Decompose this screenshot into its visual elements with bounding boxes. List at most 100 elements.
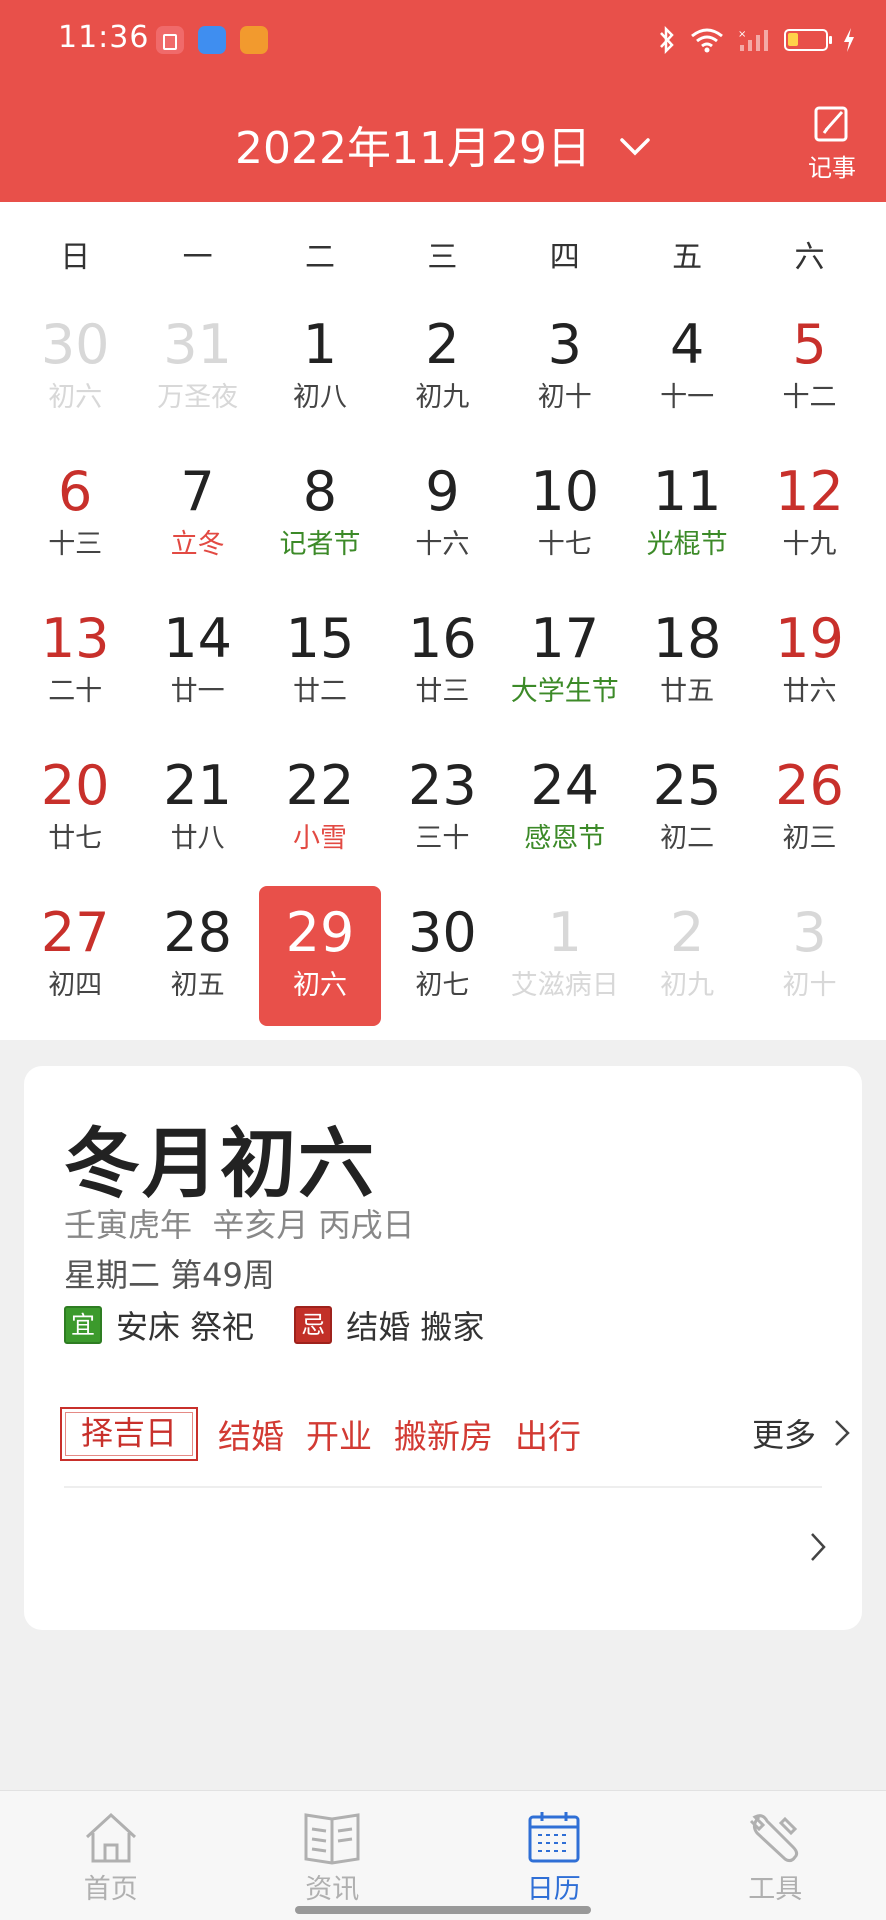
yi-ji-row[interactable]: 宜 安床 祭祀 忌 结婚 搬家 [64, 1302, 484, 1348]
calendar-day[interactable]: 30 初六 [14, 298, 136, 438]
status-icons: × [658, 22, 856, 58]
day-number: 19 [775, 607, 844, 670]
day-lunar-label: 初八 [292, 382, 347, 413]
day-number: 1 [302, 313, 338, 376]
auspicious-item-opening[interactable]: 开业 [306, 1410, 372, 1458]
calendar-day[interactable]: 19 廿六 [748, 592, 870, 732]
calendar-day[interactable]: 20 廿七 [14, 739, 136, 879]
day-number: 17 [530, 607, 600, 670]
calendar-grid: 日 一 二 三 四 五 六 30 初六 31 万圣夜 1 初八 2 初九 3 初十 4 十一 5 十二 6 十… [0, 202, 886, 1040]
calendar-week-row: 20 廿七 21 廿八 22 小雪 23 三十 24 感恩节 25 初二 26 初三 [14, 739, 871, 886]
app-header: 11:36 × 2022年11月29日 记事 [0, 0, 886, 202]
calendar-day[interactable]: 5 十二 [748, 298, 870, 438]
charging-icon [844, 28, 854, 52]
chevron-down-icon [620, 138, 650, 156]
calendar-day[interactable]: 28 初五 [136, 886, 258, 1026]
calendar-day[interactable]: 18 廿五 [626, 592, 748, 732]
calendar-day-selected[interactable]: 29 初六 [258, 886, 382, 1026]
calendar-day[interactable]: 10 十七 [504, 445, 626, 585]
calendar-icon [528, 1812, 580, 1863]
home-indicator[interactable] [295, 1906, 591, 1914]
ganzhi-text: 壬寅虎年 辛亥月 丙戌日 [64, 1206, 415, 1244]
calendar-day[interactable]: 3 初十 [748, 886, 870, 1026]
nav-label: 日历 [526, 1874, 581, 1905]
day-lunar-label: 初三 [782, 823, 837, 854]
more-button[interactable]: 更多 [752, 1410, 850, 1456]
calendar-day[interactable]: 26 初三 [748, 739, 870, 879]
day-number: 3 [792, 901, 827, 964]
auspicious-day-badge: 择吉日 [60, 1407, 198, 1461]
chevron-right-icon [811, 1533, 826, 1561]
day-lunar-label: 初十 [537, 382, 592, 413]
calendar-day[interactable]: 13 二十 [14, 592, 136, 732]
home-icon [85, 1812, 136, 1863]
calendar-day[interactable]: 6 十三 [14, 445, 136, 585]
divider [64, 1486, 822, 1488]
nav-label: 资讯 [305, 1874, 360, 1905]
weekday-label: 二 [304, 240, 335, 275]
calendar-day[interactable]: 30 初七 [381, 886, 503, 1026]
calendar-day[interactable]: 1 初八 [259, 298, 381, 438]
day-number: 16 [408, 607, 477, 670]
calendar-day[interactable]: 14 廿一 [136, 592, 258, 732]
nav-home[interactable]: 首页 [0, 1791, 222, 1920]
auspicious-item-wedding[interactable]: 结婚 [218, 1410, 284, 1458]
calendar-day[interactable]: 17 大学生节 [504, 592, 626, 732]
day-lunar-label: 初七 [415, 970, 470, 1001]
yi-text: 安床 祭祀 [116, 1308, 255, 1346]
nav-news[interactable]: 资讯 [222, 1791, 444, 1920]
calendar-day[interactable]: 7 立冬 [136, 445, 258, 585]
bluetooth-icon [660, 26, 674, 54]
date-title-text: 2022年11月29日 [235, 123, 591, 174]
day-detail-card: 冬月初六 壬寅虎年 辛亥月 丙戌日 星期二 第49周 宜 安床 祭祀 忌 结婚 … [24, 1066, 862, 1630]
note-button[interactable]: 记事 [802, 104, 862, 183]
calendar-day[interactable]: 31 万圣夜 [136, 298, 258, 438]
status-time: 11:36 [58, 20, 150, 55]
auspicious-item-travel[interactable]: 出行 [515, 1410, 581, 1458]
day-lunar-label: 感恩节 [524, 823, 606, 854]
day-lunar-label: 廿八 [170, 823, 225, 854]
day-lunar-label: 初二 [660, 823, 715, 854]
weekday-label: 六 [794, 240, 825, 275]
day-number: 21 [163, 754, 232, 817]
calendar-day[interactable]: 15 廿二 [259, 592, 381, 732]
nav-tools[interactable]: 工具 [665, 1791, 886, 1920]
auspicious-item-moving[interactable]: 搬新房 [394, 1410, 493, 1458]
calendar-day[interactable]: 3 初十 [504, 298, 626, 438]
calendar-day[interactable]: 16 廿三 [381, 592, 503, 732]
calendar-day[interactable]: 25 初二 [626, 739, 748, 879]
calendar-day[interactable]: 12 十九 [748, 445, 870, 585]
date-picker[interactable]: 2022年11月29日 [0, 112, 886, 176]
auspicious-items: 结婚 开业 搬新房 出行 [218, 1410, 581, 1458]
weekday-header: 日 一 二 三 四 五 六 [0, 232, 886, 282]
calendar-day[interactable]: 9 十六 [381, 445, 503, 585]
day-number: 15 [285, 607, 355, 670]
calendar-day[interactable]: 27 初四 [14, 886, 136, 1026]
calendar-day[interactable]: 1 艾滋病日 [504, 886, 626, 1026]
calendar-day[interactable]: 8 记者节 [259, 445, 381, 585]
day-lunar-label: 廿一 [170, 676, 225, 707]
calendar-day[interactable]: 2 初九 [381, 298, 503, 438]
day-number: 18 [652, 607, 722, 670]
day-number: 24 [530, 754, 600, 817]
calendar-day[interactable]: 22 小雪 [259, 739, 381, 879]
day-lunar-label: 廿五 [660, 676, 715, 707]
day-lunar-label: 光棍节 [646, 529, 728, 560]
day-number: 5 [792, 313, 827, 376]
calendar-day[interactable]: 21 廿八 [136, 739, 258, 879]
day-lunar-label: 大学生节 [510, 676, 619, 707]
weekday-label: 日 [60, 240, 91, 275]
expand-row-button[interactable] [810, 1532, 826, 1566]
day-lunar-label: 十九 [782, 529, 837, 560]
day-lunar-label: 立冬 [170, 529, 225, 560]
calendar-day[interactable]: 4 十一 [626, 298, 748, 438]
auspicious-day-row[interactable]: 择吉日 结婚 开业 搬新房 出行 更多 [60, 1404, 850, 1464]
calendar-day[interactable]: 2 初九 [626, 886, 748, 1026]
calendar-day[interactable]: 24 感恩节 [504, 739, 626, 879]
day-number: 1 [547, 901, 582, 964]
calendar-day[interactable]: 23 三十 [381, 739, 503, 879]
calendar-day[interactable]: 11 光棍节 [626, 445, 748, 585]
day-lunar-label: 十三 [48, 529, 103, 560]
day-number: 23 [408, 754, 477, 817]
nav-calendar[interactable]: 日历 [443, 1791, 665, 1920]
